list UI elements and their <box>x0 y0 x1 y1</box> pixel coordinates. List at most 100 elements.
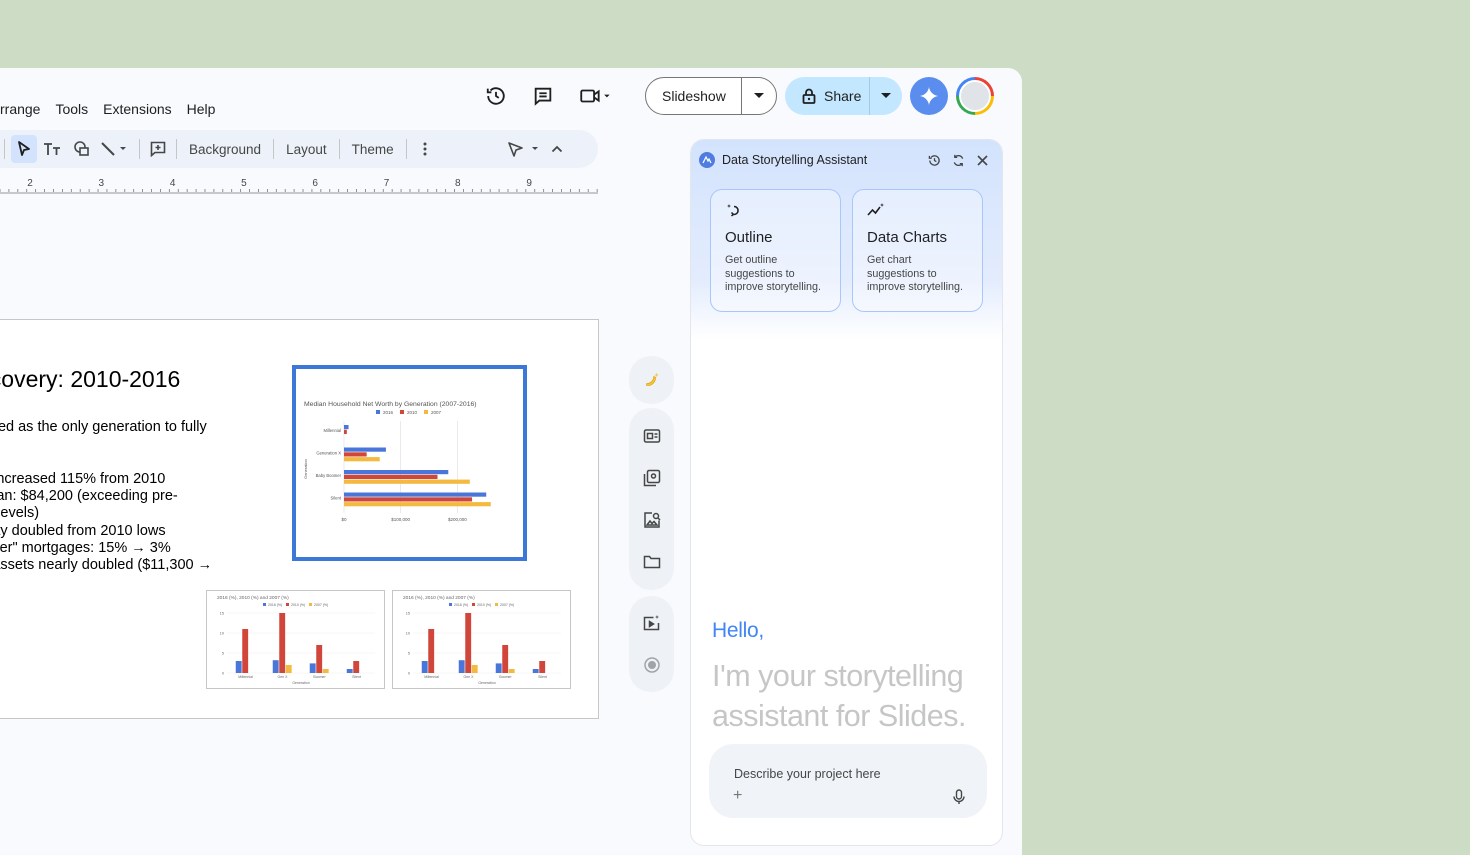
layout-button[interactable]: Layout <box>280 135 333 163</box>
panel-title: Data Storytelling Assistant <box>722 153 868 167</box>
slide-canvas[interactable]: ecovery: 2010-2016 erged as the only gen… <box>0 319 599 719</box>
y-tick-label: 10 <box>220 632 224 636</box>
bullet-line: th increased 115% from 2010 <box>0 471 166 487</box>
toolbar: Background Layout Theme <box>0 130 598 168</box>
gemini-button[interactable] <box>910 77 948 115</box>
ruler-label: 3 <box>99 178 105 189</box>
column-1 <box>502 645 509 673</box>
text-box-tool[interactable] <box>37 135 67 163</box>
refresh-icon[interactable] <box>946 154 970 167</box>
bullet-line: water" mortgages: 15% → 3% <box>0 539 171 556</box>
y-tick-label: 15 <box>220 612 224 616</box>
menu-tools[interactable]: Tools <box>55 101 88 121</box>
history-icon[interactable] <box>922 154 946 167</box>
more-options-icon[interactable] <box>413 135 437 163</box>
legend-swatch <box>309 603 312 606</box>
text-icon <box>44 143 60 155</box>
ruler-label: 9 <box>526 178 532 189</box>
select-tool[interactable] <box>11 135 37 163</box>
folder-icon[interactable] <box>634 541 670 583</box>
microphone-icon[interactable] <box>953 789 965 810</box>
prompt-input[interactable]: Describe your project here + <box>709 744 987 818</box>
slideshow-dropdown[interactable] <box>742 78 776 114</box>
bar-2016 <box>344 492 487 497</box>
legend-label: 2007 (%) <box>500 603 514 607</box>
legend-swatch <box>472 603 475 606</box>
legend-swatch <box>400 410 404 414</box>
bullet-line: on levels) <box>0 505 40 522</box>
outline-card-title: Outline <box>725 229 773 246</box>
x-tick-label: Millennial <box>238 675 253 679</box>
x-tick-label: $0 <box>341 517 347 522</box>
avatar[interactable] <box>956 77 994 115</box>
column-0 <box>495 663 502 673</box>
menu-help[interactable]: Help <box>187 101 216 121</box>
video-sparkle-icon[interactable] <box>634 602 670 644</box>
record-icon[interactable] <box>634 644 670 686</box>
greeting-hello: Hello, <box>712 619 764 642</box>
toolbar-divider <box>139 139 140 159</box>
data-charts-card[interactable]: Data Charts Get chart suggestions to imp… <box>852 189 983 312</box>
menu-arrange[interactable]: rrange <box>0 101 40 121</box>
mini-chart-2[interactable]: 2016 (%), 2010 (%) and 2007 (%) 2016 (%) 2… <box>392 590 571 689</box>
column-2 <box>285 665 292 673</box>
sparkle-icon <box>919 86 939 106</box>
ruler-label: 5 <box>241 178 247 189</box>
theme-button[interactable]: Theme <box>346 135 400 163</box>
add-attachment-button[interactable]: + <box>733 787 742 805</box>
comments-icon[interactable] <box>523 76 563 116</box>
legend-label: 2010 <box>407 410 418 415</box>
background-button[interactable]: Background <box>183 135 267 163</box>
close-icon[interactable] <box>970 154 994 166</box>
outline-card[interactable]: Outline Get outline suggestions to impro… <box>710 189 841 312</box>
banana-sparkle-icon[interactable] <box>634 359 670 401</box>
bar-2010 <box>344 452 367 457</box>
y-tick-label: Baby Boomer <box>316 473 342 478</box>
percent-column-chart: 2016 (%), 2010 (%) and 2007 (%) 2016 (%) 2… <box>403 595 561 685</box>
photo-library-icon[interactable] <box>634 457 670 499</box>
share-button[interactable]: Share <box>785 77 870 115</box>
column-0 <box>272 660 279 673</box>
version-history-icon[interactable] <box>476 76 516 116</box>
menu-extensions[interactable]: Extensions <box>103 101 171 121</box>
share-dropdown[interactable] <box>870 93 902 99</box>
bar-2007 <box>344 479 470 484</box>
insert-comment-tool[interactable] <box>146 135 170 163</box>
main-chart-selected[interactable]: Median Household Net Worth by Generation… <box>292 365 527 561</box>
image-search-icon[interactable] <box>634 499 670 541</box>
news-icon[interactable] <box>634 415 670 457</box>
column-0 <box>421 661 428 673</box>
column-1 <box>316 645 323 673</box>
bullet-line: edian: $84,200 (exceeding pre- <box>0 488 178 505</box>
shape-tool[interactable] <box>67 135 97 163</box>
editing-mode-dropdown[interactable] <box>503 135 547 163</box>
legend-swatch <box>286 603 289 606</box>
y-tick-label: Silent <box>331 496 342 501</box>
column-0 <box>235 661 242 673</box>
meet-icon[interactable] <box>571 76 619 116</box>
prompt-placeholder: Describe your project here <box>734 767 881 781</box>
outline-sparkle-icon <box>727 204 739 217</box>
column-0 <box>458 660 465 673</box>
column-1 <box>428 629 435 673</box>
line-tool[interactable] <box>97 135 133 163</box>
slide-intro-text[interactable]: erged as the only generation to fully <box>0 419 207 435</box>
y-tick-label: Millennial <box>324 428 342 433</box>
collapse-toolbar-icon[interactable] <box>547 135 567 163</box>
mini-chart-1[interactable]: 2016 (%), 2010 (%) and 2007 (%) 2016 (%) 2… <box>206 590 385 689</box>
column-0 <box>309 663 316 673</box>
x-tick-label: Gen X <box>278 675 289 679</box>
header-icons <box>476 76 619 116</box>
net-worth-bar-chart: Median Household Net Worth by Generation… <box>303 401 491 522</box>
slideshow-button-group: Slideshow <box>645 77 777 115</box>
slide-bullet-list[interactable]: th increased 115% from 2010 edian: $84,2… <box>0 471 212 591</box>
slide-title[interactable]: ecovery: 2010-2016 <box>0 366 180 393</box>
column-0 <box>532 669 539 673</box>
toolbar-divider <box>338 139 340 159</box>
bar-2010 <box>344 474 438 479</box>
legend-label: 2007 <box>431 410 442 415</box>
y-axis-label: Generation <box>303 459 308 479</box>
chart-title: 2016 (%), 2010 (%) and 2007 (%) <box>217 595 289 601</box>
y-tick-label: 5 <box>222 652 224 656</box>
slideshow-button[interactable]: Slideshow <box>646 78 742 114</box>
